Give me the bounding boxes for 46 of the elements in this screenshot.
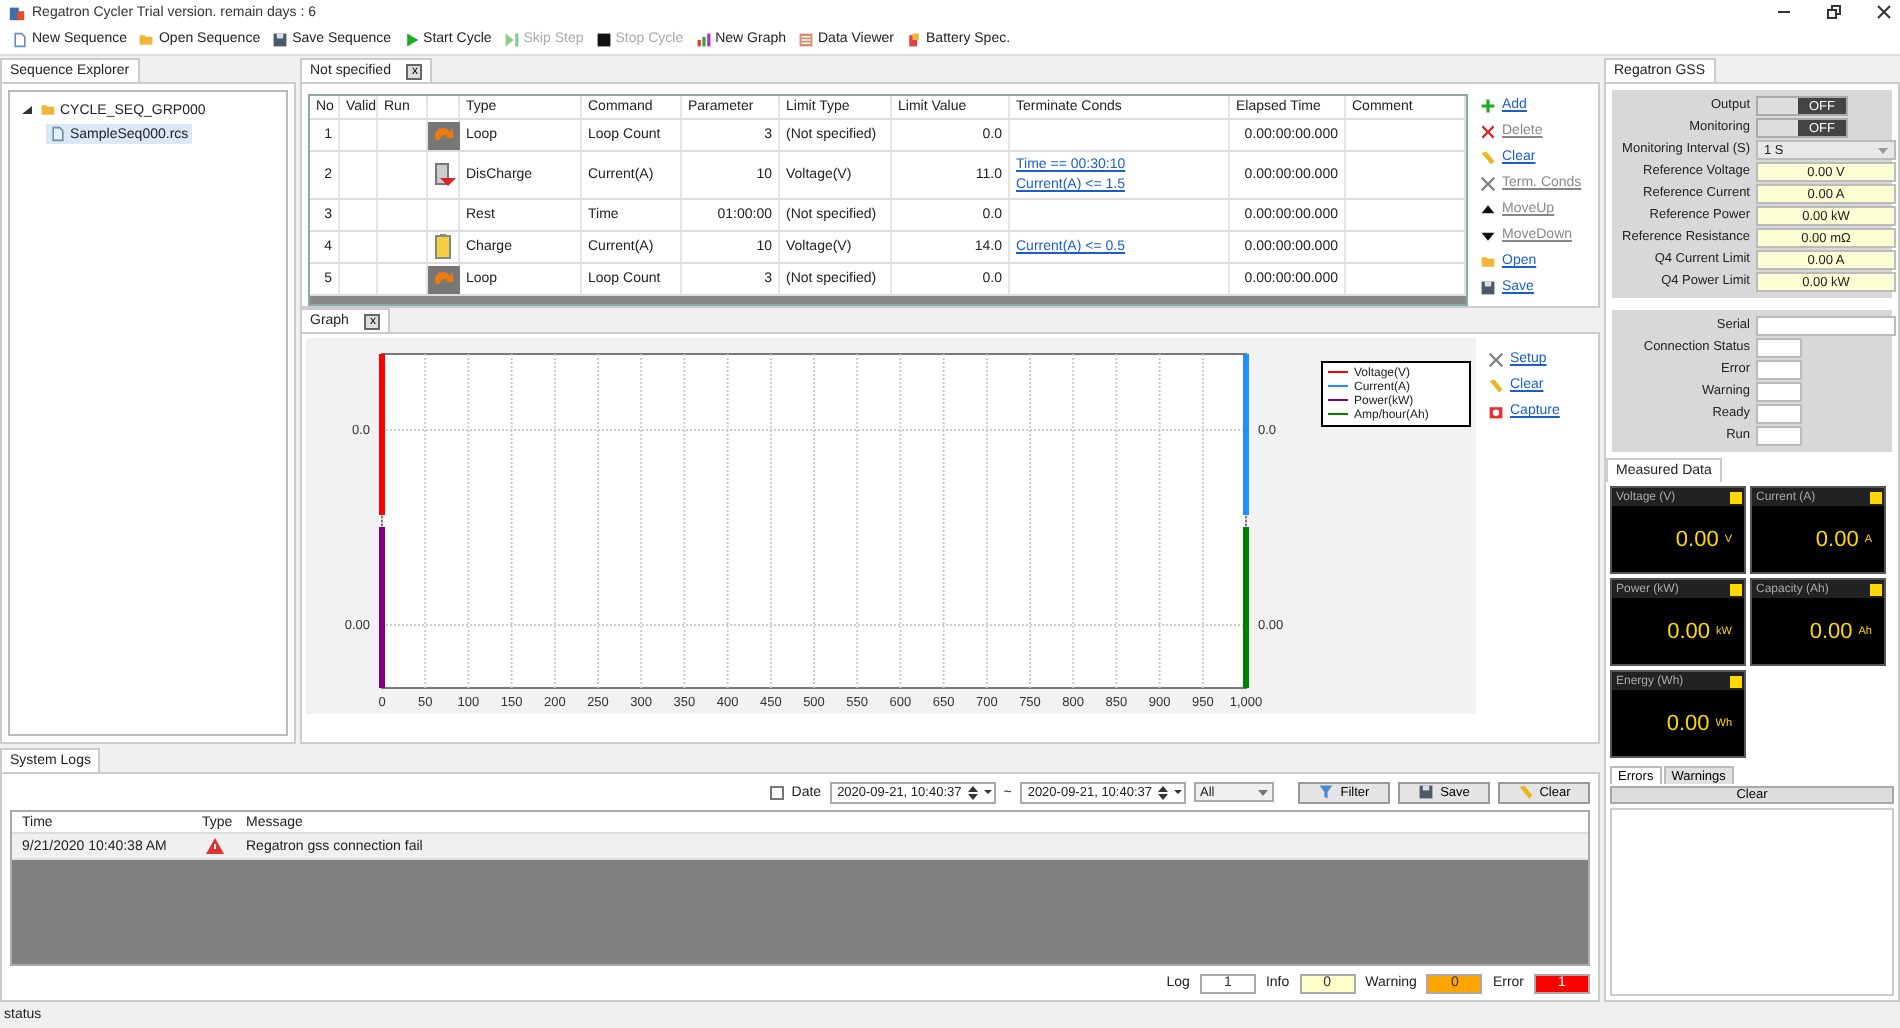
indicator-icon	[1870, 491, 1882, 503]
spinner-arrows-icon[interactable]	[965, 783, 994, 801]
tools-icon	[1488, 351, 1504, 367]
broom-icon	[1517, 784, 1534, 800]
battery-icon	[430, 234, 456, 260]
folder-icon	[138, 31, 155, 47]
restore-icon[interactable]	[1826, 4, 1842, 20]
status-field	[1756, 404, 1802, 424]
page-icon	[12, 31, 28, 47]
broom-icon	[1488, 377, 1504, 393]
checkbox[interactable]	[769, 785, 784, 799]
status-field	[1756, 382, 1802, 402]
stop-icon	[595, 31, 612, 47]
status-field	[1756, 360, 1802, 380]
indicator-icon	[1730, 583, 1742, 595]
spinner-arrows-icon[interactable]	[1156, 783, 1184, 801]
status-field	[1756, 338, 1802, 358]
folder-icon	[1480, 253, 1496, 269]
scrollbar[interactable]	[310, 296, 1466, 304]
loop-icon	[427, 121, 459, 149]
up-arrow-icon	[1480, 201, 1496, 217]
collapse-arrow-icon[interactable]	[22, 105, 32, 115]
camera-icon	[1488, 403, 1504, 419]
table-icon	[798, 31, 814, 47]
indicator-icon	[1730, 491, 1742, 503]
file-icon	[50, 126, 66, 142]
play-icon	[403, 31, 420, 47]
skip-icon	[503, 31, 520, 47]
bar-chart-icon	[695, 31, 712, 47]
battery-icon	[906, 31, 923, 47]
close-icon[interactable]	[1876, 4, 1892, 20]
plus-icon	[1480, 97, 1496, 113]
indicator-icon	[1730, 675, 1742, 687]
warning-icon	[205, 838, 223, 854]
down-arrow-icon	[1480, 227, 1496, 243]
loop-icon	[427, 265, 459, 293]
tools-icon	[1480, 175, 1496, 191]
indicator-icon	[1870, 583, 1882, 595]
folder-icon	[40, 102, 56, 118]
discharge-icon	[429, 162, 457, 188]
app-icon	[8, 3, 26, 21]
delete-icon	[1480, 123, 1496, 139]
broom-icon	[1480, 149, 1496, 165]
filter-icon	[1318, 784, 1335, 800]
dropdown-arrow-icon[interactable]	[1258, 789, 1268, 795]
status-field	[1756, 426, 1802, 446]
